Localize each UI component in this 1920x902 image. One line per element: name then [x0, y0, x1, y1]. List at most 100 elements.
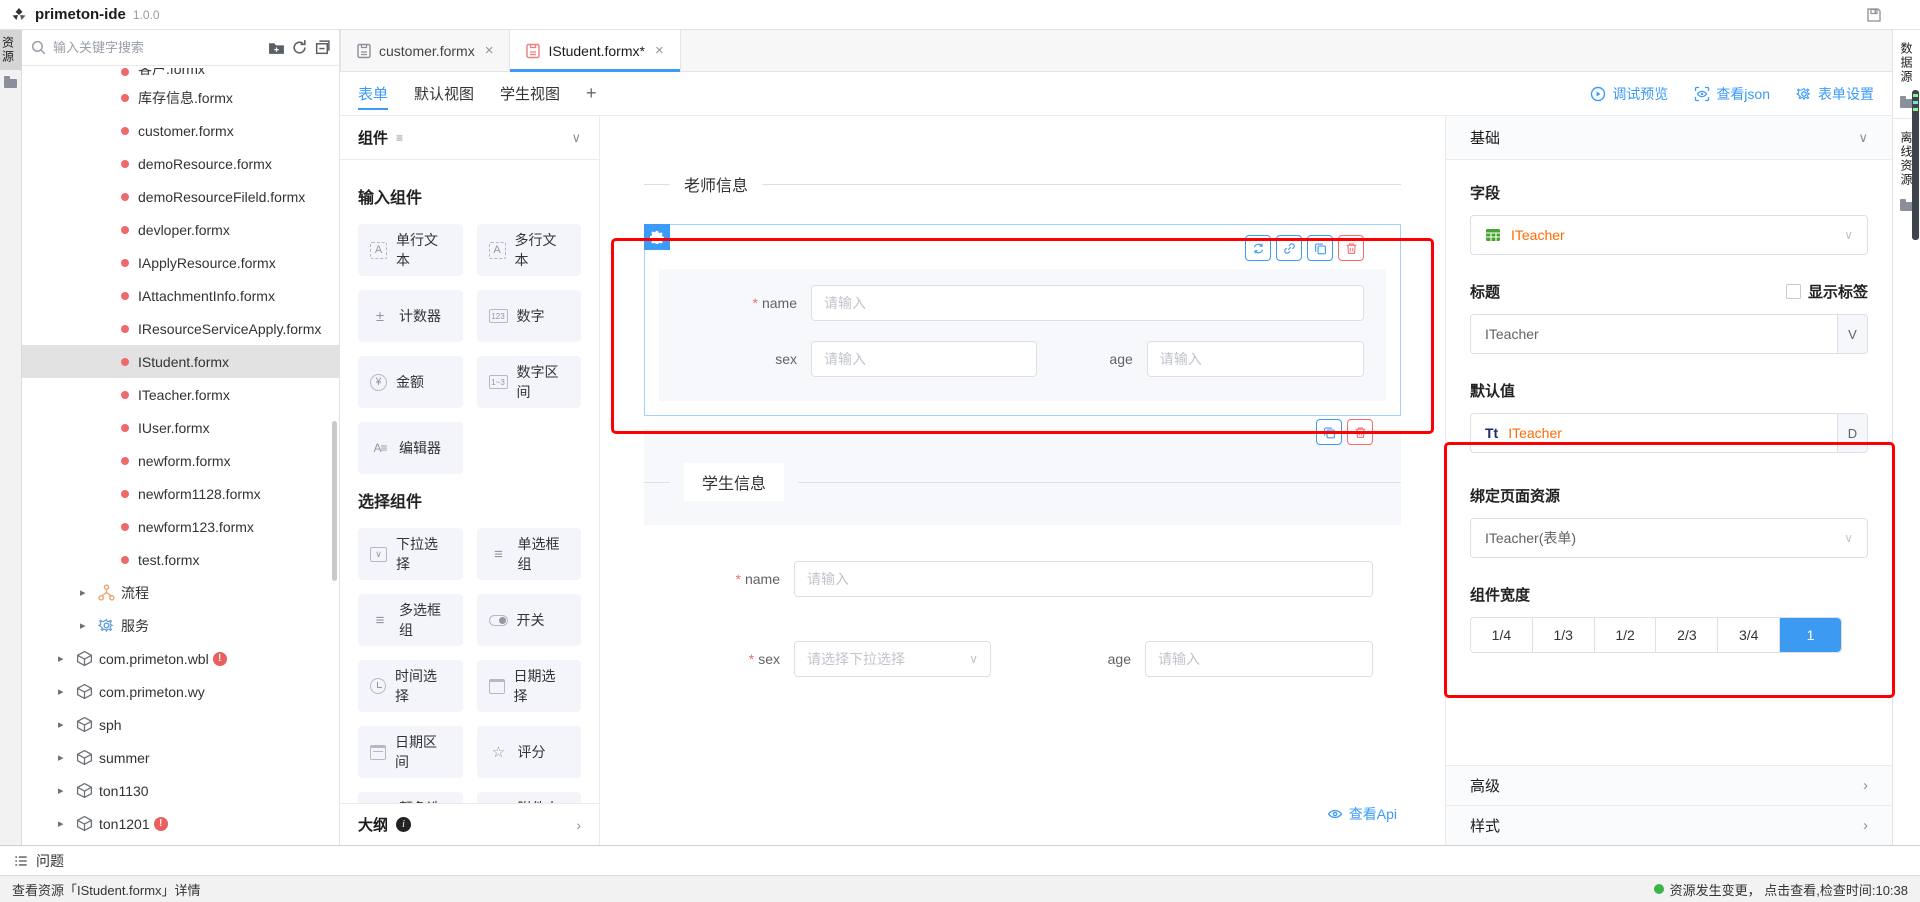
tree-item-devloper.formx[interactable]: devloper.formx — [22, 213, 339, 246]
tree-item-customer.formx[interactable]: customer.formx — [22, 114, 339, 147]
delete-button[interactable] — [1338, 235, 1364, 261]
bind-resource-select[interactable]: ITeacher(表单) ∨ — [1470, 518, 1868, 558]
width-option-1[interactable]: 1 — [1780, 618, 1841, 652]
tree-item-folder[interactable]: ▸ 流程 — [22, 576, 339, 609]
toolbar-action-jeye[interactable]: 查看json — [1694, 84, 1770, 104]
tree-item-com.primeton.wy[interactable]: ▸ com.primeton.wy — [22, 675, 339, 708]
tree-item-IStudent.formx[interactable]: IStudent.formx — [22, 345, 339, 378]
student-age-input[interactable] — [1145, 641, 1373, 677]
default-value-input[interactable]: TtITeacher D — [1470, 413, 1868, 453]
tree-item-summer[interactable]: ▸ summer — [22, 741, 339, 774]
save-icon[interactable] — [1866, 7, 1882, 23]
new-folder-icon[interactable] — [268, 39, 285, 56]
copy-button[interactable] — [1316, 419, 1342, 445]
teacher-sex-input[interactable] — [811, 341, 1037, 377]
palette-item-时间选择[interactable]: 时间选择 — [358, 660, 463, 712]
palette-item-单行文本[interactable]: A 单行文本 — [358, 224, 463, 276]
editor-tab-customer.formx[interactable]: customer.formx × — [340, 30, 510, 71]
view-api-link[interactable]: 查看Api — [1327, 804, 1397, 824]
palette-item-颜色选择[interactable]: ◐ 颜色选择 — [358, 792, 463, 803]
palette-item-编辑器[interactable]: A≡ 编辑器 — [358, 422, 463, 474]
inspector-section-样式[interactable]: 样式 › — [1446, 805, 1892, 845]
expand-arrow-icon[interactable]: ▸ — [58, 784, 72, 797]
student-sex-select[interactable]: 请选择下拉选择 ∨ — [794, 641, 991, 677]
link-button[interactable] — [1276, 235, 1302, 261]
palette-item-多选框组[interactable]: ≡ 多选框组 — [358, 594, 463, 646]
student-component[interactable]: 学生信息 name sex — [644, 429, 1401, 677]
width-option-2/3[interactable]: 2/3 — [1656, 618, 1718, 652]
show-label-checkbox[interactable] — [1786, 284, 1801, 299]
tree-item-ITeacher.formx[interactable]: ITeacher.formx — [22, 378, 339, 411]
overview-scrollbar[interactable] — [1912, 90, 1919, 240]
component-drag-handle[interactable] — [644, 224, 670, 250]
palette-item-多行文本[interactable]: A 多行文本 — [477, 224, 582, 276]
tree-item-newform.formx[interactable]: newform.formx — [22, 444, 339, 477]
tree-item-demoResource.formx[interactable]: demoResource.formx — [22, 147, 339, 180]
tree-item-demoResourceFileld.formx[interactable]: demoResourceFileld.formx — [22, 180, 339, 213]
expand-arrow-icon[interactable]: ▸ — [58, 652, 72, 665]
title-input[interactable]: ITeacher V — [1470, 314, 1868, 354]
width-option-1/4[interactable]: 1/4 — [1471, 618, 1533, 652]
tab-datasource[interactable]: 数据源 — [1898, 30, 1915, 90]
tree-item-IApplyResource.formx[interactable]: IApplyResource.formx — [22, 246, 339, 279]
teacher-name-input[interactable] — [811, 285, 1364, 321]
palette-item-日期区间[interactable]: 日期区间 — [358, 726, 463, 778]
student-name-input[interactable] — [794, 561, 1373, 597]
sidebar-scrollbar[interactable] — [332, 421, 337, 581]
copy-button[interactable] — [1307, 235, 1333, 261]
toolbar-action-gear[interactable]: 表单设置 — [1796, 84, 1874, 104]
tree-item-newform123.formx[interactable]: newform123.formx — [22, 510, 339, 543]
view-tab[interactable]: 学生视图 — [500, 72, 560, 116]
palette-item-数字[interactable]: 123 数字 — [477, 290, 582, 342]
tree-item-IUser.formx[interactable]: IUser.formx — [22, 411, 339, 444]
expand-arrow-icon[interactable]: ▸ — [58, 817, 72, 830]
teacher-age-input[interactable] — [1147, 341, 1364, 377]
delete-button[interactable] — [1347, 419, 1373, 445]
close-tab-icon[interactable]: × — [655, 42, 664, 59]
expand-arrow-icon[interactable]: ▸ — [58, 685, 72, 698]
problems-bar[interactable]: 问题 — [0, 845, 1920, 875]
palette-item-评分[interactable]: ☆ 评分 — [477, 726, 582, 778]
inspector-section-高级[interactable]: 高级 › — [1446, 765, 1892, 805]
width-option-3/4[interactable]: 3/4 — [1718, 618, 1780, 652]
expand-arrow-icon[interactable]: ▸ — [80, 586, 94, 599]
sync-button[interactable] — [1245, 235, 1271, 261]
inspector-header[interactable]: 基础 ∨ — [1446, 116, 1892, 160]
tree-item-sph[interactable]: ▸ sph — [22, 708, 339, 741]
status-right[interactable]: 资源发生变更， 点击查看,检查时间:10:38 — [1654, 880, 1908, 899]
collapse-all-icon[interactable] — [314, 39, 331, 56]
status-left-text[interactable]: 查看资源「IStudent.formx」详情 — [12, 880, 201, 899]
title-suffix-button[interactable]: V — [1837, 315, 1867, 353]
field-select[interactable]: ITeacher ∨ — [1470, 215, 1868, 255]
refresh-icon[interactable] — [291, 39, 308, 56]
palette-item-附件上传[interactable]: 附件上传 — [477, 792, 582, 803]
tree-item-newform1128.formx[interactable]: newform1128.formx — [22, 477, 339, 510]
expand-arrow-icon[interactable]: ▸ — [58, 751, 72, 764]
view-tab[interactable]: 默认视图 — [414, 72, 474, 116]
tree-item-IResourceServiceApply.formx[interactable]: IResourceServiceApply.formx — [22, 312, 339, 345]
expand-arrow-icon[interactable]: ▸ — [80, 619, 94, 632]
sidebar-tab-resources[interactable]: 资源 — [0, 30, 22, 70]
palette-item-日期选择[interactable]: 日期选择 — [477, 660, 582, 712]
default-suffix-button[interactable]: D — [1837, 414, 1867, 452]
search-input[interactable] — [53, 40, 262, 55]
teacher-component-selected[interactable]: name sex age — [644, 224, 1401, 416]
tree-item-com.primeton.wbl[interactable]: ▸ com.primeton.wbl ! — [22, 642, 339, 675]
add-view-button[interactable]: + — [586, 83, 597, 104]
outline-bar[interactable]: 大纲 i › — [340, 803, 599, 845]
chevron-down-icon[interactable]: ∨ — [571, 130, 581, 146]
tree-item-folder[interactable]: ▸ 服务 — [22, 609, 339, 642]
tree-item-clipped[interactable]: 客户.formx — [22, 68, 339, 81]
tree-item-test.formx[interactable]: test.formx — [22, 543, 339, 576]
palette-item-开关[interactable]: 开关 — [477, 594, 582, 646]
tree-item-ton1130[interactable]: ▸ ton1130 — [22, 774, 339, 807]
palette-item-计数器[interactable]: ± 计数器 — [358, 290, 463, 342]
tree-item-ton1201[interactable]: ▸ ton1201 ! — [22, 807, 339, 840]
palette-item-数字区间[interactable]: 1~3 数字区间 — [477, 356, 582, 408]
width-option-1/2[interactable]: 1/2 — [1595, 618, 1657, 652]
tree-item-IAttachmentInfo.formx[interactable]: IAttachmentInfo.formx — [22, 279, 339, 312]
view-tab[interactable]: 表单 — [358, 72, 388, 116]
palette-item-单选框组[interactable]: ≡ 单选框组 — [477, 528, 582, 580]
palette-item-下拉选择[interactable]: ∨ 下拉选择 — [358, 528, 463, 580]
toolbar-action-play[interactable]: 调试预览 — [1590, 84, 1668, 104]
